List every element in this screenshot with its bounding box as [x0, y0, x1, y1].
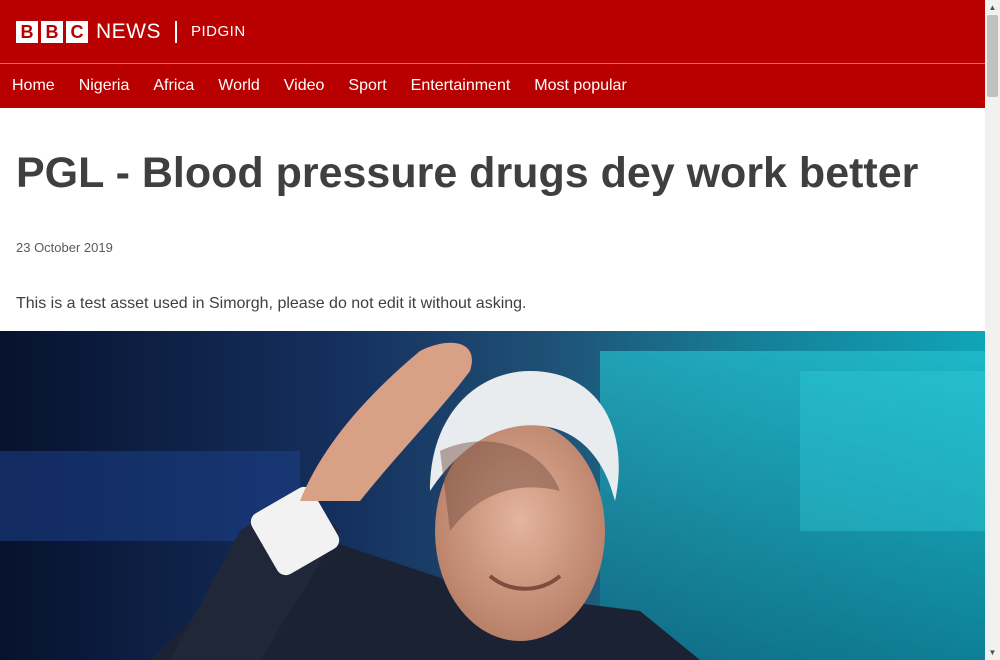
article-main: PGL - Blood pressure drugs dey work bett… [0, 108, 985, 313]
scroll-down-arrow-icon[interactable]: ▼ [985, 645, 1000, 660]
brand-separator [175, 20, 177, 43]
hero-image [0, 331, 985, 660]
nav-item-video[interactable]: Video [284, 77, 325, 95]
nav-item-sport[interactable]: Sport [348, 77, 386, 95]
nav-item-home[interactable]: Home [12, 77, 55, 95]
brand-news-label[interactable]: NEWS [96, 20, 161, 43]
main-navigation: Home Nigeria Africa World Video Sport En… [0, 64, 985, 108]
nav-item-world[interactable]: World [218, 77, 260, 95]
page: B B C NEWS PIDGIN Home Nigeria Africa Wo… [0, 0, 985, 660]
nav-item-most-popular[interactable]: Most popular [534, 77, 627, 95]
brand-service-label[interactable]: PIDGIN [191, 21, 246, 43]
nav-item-entertainment[interactable]: Entertainment [411, 77, 511, 95]
bbc-logo[interactable]: B B C [16, 20, 88, 43]
nav-item-africa[interactable]: Africa [153, 77, 194, 95]
bbc-logo-block-b2: B [41, 20, 63, 43]
scrollbar-thumb[interactable] [987, 15, 998, 97]
article-date: 23 October 2019 [16, 240, 113, 255]
nav-item-nigeria[interactable]: Nigeria [79, 77, 130, 95]
bbc-logo-block-c: C [66, 20, 88, 43]
hero-photo-illustration [0, 331, 985, 660]
article-intro: This is a test asset used in Simorgh, pl… [16, 295, 527, 312]
article-headline: PGL - Blood pressure drugs dey work bett… [16, 149, 919, 197]
vertical-scrollbar[interactable]: ▲ ▼ [985, 0, 1000, 660]
scroll-up-arrow-icon[interactable]: ▲ [985, 0, 1000, 15]
bbc-logo-block-b1: B [16, 20, 38, 43]
site-header: B B C NEWS PIDGIN [0, 0, 985, 64]
